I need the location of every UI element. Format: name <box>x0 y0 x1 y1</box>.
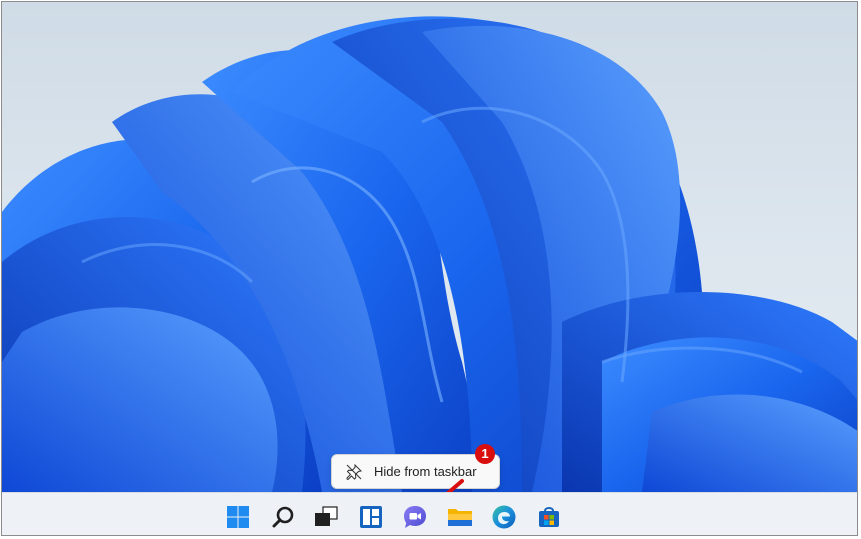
edge-icon[interactable] <box>490 503 518 531</box>
bloom-wallpaper-graphic <box>2 16 857 492</box>
taskbar-context-menu: Hide from taskbar <box>331 454 500 489</box>
store-icon[interactable] <box>535 503 563 531</box>
chat-icon[interactable] <box>401 503 429 531</box>
search-icon[interactable] <box>269 503 297 531</box>
unpin-icon <box>346 464 362 480</box>
screenshot-frame: Hide from taskbar 1 <box>1 1 858 536</box>
start-icon[interactable] <box>224 503 252 531</box>
widgets-icon[interactable] <box>357 503 385 531</box>
step-number-badge: 1 <box>475 444 495 464</box>
task-view-icon[interactable] <box>312 503 340 531</box>
desktop-wallpaper <box>2 2 857 492</box>
hide-from-taskbar-menu-item[interactable]: Hide from taskbar <box>332 455 499 488</box>
file-explorer-icon[interactable] <box>446 503 474 531</box>
taskbar <box>2 492 857 535</box>
